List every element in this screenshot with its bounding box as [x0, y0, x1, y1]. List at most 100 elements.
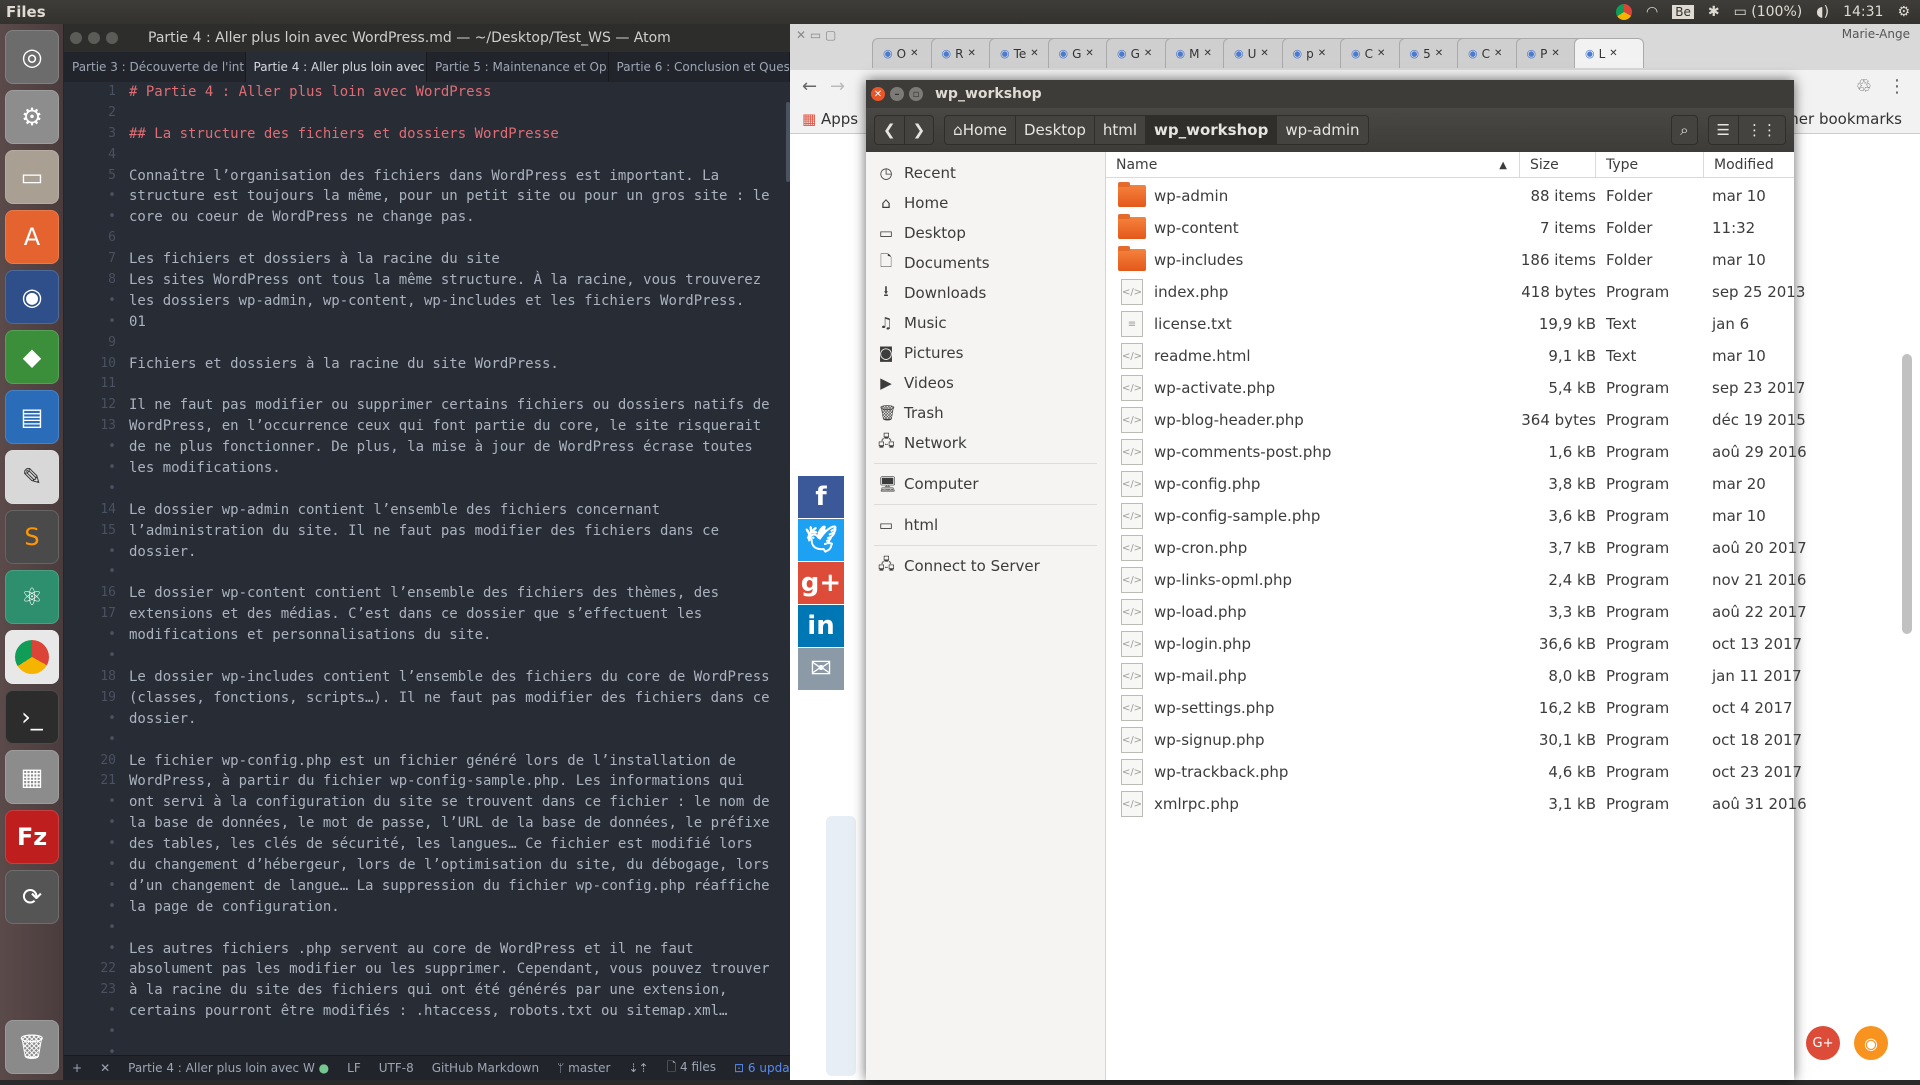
file-row[interactable]: </> wp-links-opml.php 2,4 kB Program nov 21 … [1106, 564, 1806, 596]
software-center-icon[interactable]: A [5, 210, 59, 264]
column-modified[interactable]: Modified [1704, 152, 1794, 178]
file-row[interactable]: </> wp-config-sample.php 3,6 kB Program mar … [1106, 500, 1794, 532]
firefox-icon[interactable]: ◉ [5, 270, 59, 324]
file-row[interactable]: </> index.php 418 bytes Program sep 25 2013 [1106, 276, 1805, 308]
apps-button[interactable]: ▦ Apps [802, 110, 858, 128]
google-plus-icon[interactable]: g+ [798, 562, 844, 604]
breadcrumb-home[interactable]: ⌂ Home [944, 115, 1016, 145]
file-row[interactable]: </> wp-login.php 36,6 kB Program oct 13 2017 [1106, 628, 1802, 660]
status-file-name[interactable]: Partie 4 : Aller plus loin avec W ● [128, 1061, 329, 1075]
back-icon[interactable]: ← [802, 76, 817, 97]
status-line-ending[interactable]: LF [347, 1061, 361, 1075]
facebook-icon[interactable]: f [798, 476, 844, 518]
window-close-icon[interactable]: ✕ ▭ ▢ [796, 28, 836, 42]
page-scrollbar[interactable] [1902, 354, 1912, 634]
breadcrumb-desktop[interactable]: Desktop [1015, 115, 1095, 145]
file-row[interactable]: wp-content 7 items Folder 11:32 [1106, 212, 1794, 244]
tab-partie-3[interactable]: Partie 3 : Découverte de l'int... [64, 52, 246, 82]
chrome-indicator-icon[interactable] [1616, 4, 1633, 20]
column-type[interactable]: Type [1596, 152, 1704, 178]
file-row[interactable]: </> wp-signup.php 30,1 kB Program oct 18 201… [1106, 724, 1802, 756]
terminal-icon[interactable]: ›_ [5, 690, 59, 744]
rss-float-icon[interactable]: ◉ [1854, 1026, 1888, 1060]
dash-icon[interactable]: ◎ [5, 30, 59, 84]
search-icon[interactable]: ⌕ [1671, 115, 1698, 145]
file-row[interactable]: ≡ license.txt 19,9 kB Text jan 6 [1106, 308, 1794, 340]
tab-close-icon[interactable]: ✕ [910, 48, 918, 59]
status-grammar[interactable]: GitHub Markdown [432, 1061, 539, 1075]
status-files[interactable]: 🗋 4 files [667, 1058, 716, 1079]
battery-indicator[interactable]: ▭ (100%) [1734, 4, 1803, 20]
file-row[interactable]: </> wp-settings.php 16,2 kB Program oct 4 20… [1106, 692, 1794, 724]
google-plus-float-icon[interactable]: G+ [1806, 1026, 1840, 1060]
file-row[interactable]: </> wp-load.php 3,3 kB Program aoû 22 2017 [1106, 596, 1807, 628]
twitter-icon[interactable]: 🕊 [798, 519, 844, 561]
file-row[interactable]: </> readme.html 9,1 kB Text mar 10 [1106, 340, 1794, 372]
filezilla-icon[interactable]: Fz [5, 810, 59, 864]
chrome-menu-icon[interactable]: ⋮ [1888, 76, 1906, 97]
atom-icon[interactable]: ⚛ [5, 570, 59, 624]
cube-app-icon[interactable]: ◆ [5, 330, 59, 384]
sidebar-item-home[interactable]: ⌂ Home [866, 188, 1105, 218]
tab-close-icon[interactable]: ✕ [1260, 48, 1268, 59]
column-name[interactable]: Name ▲ [1106, 152, 1520, 178]
settings-gear-icon[interactable]: ⚙ [1897, 4, 1910, 20]
other-bookmarks[interactable]: ther bookmarks [1783, 110, 1902, 128]
file-row[interactable]: wp-includes 186 items Folder mar 10 [1106, 244, 1794, 276]
email-icon[interactable]: ✉ [798, 648, 844, 690]
forward-icon[interactable]: → [830, 76, 845, 97]
file-row[interactable]: </> wp-cron.php 3,7 kB Program aoû 20 2017 [1106, 532, 1807, 564]
extension-icon[interactable]: ♲ [1856, 76, 1872, 97]
sidebar-item-computer[interactable]: 🖥 Computer [866, 469, 1105, 499]
minimize-icon[interactable]: – [890, 87, 904, 101]
calculator-icon[interactable]: ▦ [5, 750, 59, 804]
tab-close-icon[interactable]: ✕ [1551, 48, 1559, 59]
tab-partie-5[interactable]: Partie 5 : Maintenance et Op... [427, 52, 609, 82]
tab-close-icon[interactable]: ✕ [1030, 48, 1038, 59]
breadcrumb-html[interactable]: html [1094, 115, 1147, 145]
file-row[interactable]: </> xmlrpc.php 3,1 kB Program aoû 31 2016 [1106, 788, 1807, 820]
file-row[interactable]: </> wp-trackback.php 4,6 kB Program oct 23 2… [1106, 756, 1802, 788]
sidebar-item-documents[interactable]: 🗋 Documents [866, 248, 1105, 278]
bluetooth-icon[interactable]: ✱ [1708, 4, 1720, 20]
keyboard-layout-indicator[interactable]: Be [1672, 5, 1694, 19]
sidebar-item-network[interactable]: 🖧 Network [866, 428, 1105, 458]
tab-close-icon[interactable]: ✕ [1144, 48, 1152, 59]
tab-partie-6[interactable]: Partie 6 : Conclusion et Ques... [609, 52, 790, 82]
breadcrumb-wp-admin[interactable]: wp-admin [1277, 115, 1369, 145]
add-file-icon[interactable]: + [72, 1061, 82, 1075]
sidebar-item-pictures[interactable]: ◙ Pictures [866, 338, 1105, 368]
grid-view-icon[interactable]: ⋮⋮ [1739, 115, 1786, 145]
trash-icon[interactable]: 🗑 [5, 1020, 59, 1074]
updater-icon[interactable]: ⟳ [5, 870, 59, 924]
sidebar-item-downloads[interactable]: ⭳ Downloads [866, 278, 1105, 308]
tab-close-icon[interactable]: ✕ [1203, 48, 1211, 59]
clock[interactable]: 14:31 [1843, 4, 1883, 20]
sidebar-item-connect-to-server[interactable]: 🖧 Connect to Server [866, 551, 1105, 581]
close-icon[interactable]: ✕ [871, 87, 885, 101]
file-row[interactable]: </> wp-activate.php 5,4 kB Program sep 23 20… [1106, 372, 1805, 404]
browser-tab[interactable]: ◉ L ✕ [1574, 38, 1644, 68]
forward-button[interactable]: ❯ [904, 115, 935, 145]
volume-icon[interactable]: ◖) [1816, 4, 1829, 20]
files-icon[interactable]: ▭ [5, 150, 59, 204]
sidebar-item-trash[interactable]: 🗑 Trash [866, 398, 1105, 428]
close-icon[interactable] [70, 32, 82, 44]
list-view-icon[interactable]: ☰ [1707, 115, 1739, 145]
status-updates[interactable]: ⊡ 6 update [734, 1061, 790, 1075]
tab-close-icon[interactable]: ✕ [1318, 48, 1326, 59]
linkedin-icon[interactable]: in [798, 605, 844, 647]
file-row[interactable]: </> wp-config.php 3,8 kB Program mar 20 [1106, 468, 1794, 500]
sidebar-item-videos[interactable]: ▶ Videos [866, 368, 1105, 398]
tab-close-icon[interactable]: ✕ [1377, 48, 1385, 59]
maximize-icon[interactable] [106, 32, 118, 44]
git-sync-icon[interactable]: ⇣⇡ [628, 1061, 648, 1075]
sublime-icon[interactable]: S [5, 510, 59, 564]
status-encoding[interactable]: UTF-8 [379, 1061, 414, 1075]
sidebar-item-desktop[interactable]: ▭ Desktop [866, 218, 1105, 248]
system-settings-icon[interactable]: ⚙ [5, 90, 59, 144]
file-row[interactable]: wp-admin 88 items Folder mar 10 [1106, 180, 1794, 212]
tab-close-icon[interactable]: ✕ [1494, 48, 1502, 59]
close-panel-icon[interactable]: ✕ [100, 1061, 110, 1075]
file-row[interactable]: </> wp-blog-header.php 364 bytes Program déc… [1106, 404, 1806, 436]
